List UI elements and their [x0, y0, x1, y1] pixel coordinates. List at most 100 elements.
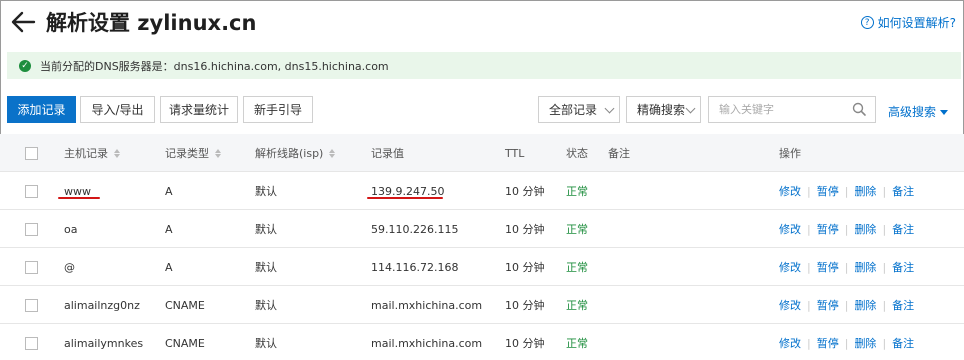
ttl-cell: 10 分钟 [505, 261, 545, 274]
delete-link[interactable]: 删除 [854, 183, 876, 199]
page-title: 解析设置 zylinux.cn [46, 11, 257, 35]
help-link-label: 如何设置解析? [877, 16, 956, 30]
line-cell: 默认 [255, 299, 277, 312]
remark-link[interactable]: 备注 [892, 259, 914, 275]
annotation-underline-host [58, 197, 100, 199]
separator: | [882, 336, 887, 350]
column-actions: 操作 [779, 147, 801, 160]
value-cell: mail.mxhichina.com [371, 336, 483, 350]
column-host[interactable]: 主机记录 [64, 134, 120, 172]
host-cell: alimailymnkes [64, 336, 144, 350]
pause-link[interactable]: 暂停 [817, 335, 839, 351]
advanced-search-link[interactable]: 高级搜索 [888, 103, 949, 120]
select-all-checkbox[interactable] [25, 146, 38, 160]
row-checkbox[interactable] [25, 222, 38, 236]
chevron-down-icon [604, 103, 615, 114]
sort-icon [114, 148, 120, 158]
table-row: alimailnzg0nz CNAME 默认 mail.mxhichina.com 10… [0, 286, 964, 324]
status-cell: 正常 [566, 337, 588, 350]
separator: | [807, 336, 811, 350]
column-line-label: 解析线路(isp) [255, 147, 324, 160]
status-cell: 正常 [566, 261, 588, 274]
host-cell: oa [64, 222, 78, 236]
type-cell: CNAME [165, 298, 205, 312]
actions-cell: 修改 | 暂停 | 删除 | 备注 [779, 172, 914, 210]
row-checkbox[interactable] [25, 260, 38, 274]
chevron-down-icon [685, 103, 696, 114]
question-circle-icon: ? [860, 16, 874, 29]
column-type[interactable]: 记录类型 [165, 134, 221, 172]
beginner-guide-button[interactable]: 新手引导 [243, 96, 313, 123]
column-status: 状态 [566, 147, 588, 160]
edit-link[interactable]: 修改 [779, 183, 801, 199]
separator: | [844, 298, 849, 312]
record-filter-select[interactable]: 全部记录 [538, 96, 620, 123]
actions-cell: 修改 | 暂停 | 删除 | 备注 [779, 286, 914, 324]
line-cell: 默认 [255, 185, 277, 198]
column-type-label: 记录类型 [165, 147, 209, 160]
status-cell: 正常 [566, 299, 588, 312]
sort-icon [215, 148, 221, 158]
separator: | [844, 336, 849, 350]
edit-link[interactable]: 修改 [779, 221, 801, 237]
value-cell: 59.110.226.115 [371, 222, 459, 236]
row-checkbox[interactable] [25, 298, 38, 312]
remark-link[interactable]: 备注 [892, 297, 914, 313]
type-cell: A [165, 184, 173, 198]
row-checkbox[interactable] [25, 184, 38, 198]
search-mode-select[interactable]: 精确搜索 [626, 96, 701, 123]
row-checkbox-cell [25, 248, 38, 286]
header-checkbox-cell [25, 134, 38, 172]
delete-link[interactable]: 删除 [854, 221, 876, 237]
remark-link[interactable]: 备注 [892, 335, 914, 351]
delete-link[interactable]: 删除 [854, 259, 876, 275]
pause-link[interactable]: 暂停 [817, 183, 839, 199]
line-cell: 默认 [255, 223, 277, 236]
edit-link[interactable]: 修改 [779, 297, 801, 313]
pause-link[interactable]: 暂停 [817, 221, 839, 237]
table-row: oa A 默认 59.110.226.115 10 分钟 正常 修改 | 暂停 | 删除 | 备注 [0, 210, 964, 248]
row-checkbox[interactable] [25, 336, 38, 350]
help-link[interactable]: ? 如何设置解析? [860, 14, 956, 31]
remark-link[interactable]: 备注 [892, 183, 914, 199]
table-row: www A 默认 139.9.247.50 10 分钟 正常 修改 | 暂停 | 删除 | 备注 [0, 172, 964, 210]
ttl-cell: 10 分钟 [505, 223, 545, 236]
advanced-search-label: 高级搜索 [888, 105, 937, 119]
value-cell: 114.116.72.168 [371, 260, 459, 274]
edit-link[interactable]: 修改 [779, 259, 801, 275]
back-arrow-icon[interactable] [10, 10, 36, 34]
separator: | [807, 222, 811, 236]
table-row: @ A 默认 114.116.72.168 10 分钟 正常 修改 | 暂停 | 删除 | 备注 [0, 248, 964, 286]
row-checkbox-cell [25, 172, 38, 210]
toolbar: 添加记录 导入/导出 请求量统计 新手引导 全部记录 精确搜索 高级搜索 [0, 96, 964, 124]
edit-link[interactable]: 修改 [779, 335, 801, 351]
table-row: alimailymnkes CNAME 默认 mail.mxhichina.com 10… [0, 324, 964, 360]
column-ttl: TTL [505, 146, 525, 160]
table-header-row: 主机记录 记录类型 解析线路(isp) 记录值 TTL 状态 备注 操作 [0, 134, 964, 172]
search-icon[interactable] [852, 102, 867, 117]
ttl-cell: 10 分钟 [505, 299, 545, 312]
status-cell: 正常 [566, 223, 588, 236]
value-cell: mail.mxhichina.com [371, 298, 483, 312]
add-record-button[interactable]: 添加记录 [7, 96, 76, 123]
ttl-cell: 10 分钟 [505, 337, 545, 350]
pause-link[interactable]: 暂停 [817, 259, 839, 275]
request-stats-button[interactable]: 请求量统计 [160, 96, 238, 123]
separator: | [807, 184, 811, 198]
separator: | [882, 184, 887, 198]
delete-link[interactable]: 删除 [854, 297, 876, 313]
column-line[interactable]: 解析线路(isp) [255, 134, 336, 172]
separator: | [844, 222, 849, 236]
search-input[interactable] [709, 97, 847, 122]
delete-link[interactable]: 删除 [854, 335, 876, 351]
host-cell: @ [64, 260, 75, 274]
type-cell: A [165, 260, 173, 274]
value-cell: 139.9.247.50 [371, 184, 445, 198]
remark-link[interactable]: 备注 [892, 221, 914, 237]
separator: | [844, 184, 849, 198]
ttl-cell: 10 分钟 [505, 185, 545, 198]
separator: | [807, 260, 811, 274]
import-export-button[interactable]: 导入/导出 [80, 96, 155, 123]
actions-cell: 修改 | 暂停 | 删除 | 备注 [779, 248, 914, 286]
pause-link[interactable]: 暂停 [817, 297, 839, 313]
